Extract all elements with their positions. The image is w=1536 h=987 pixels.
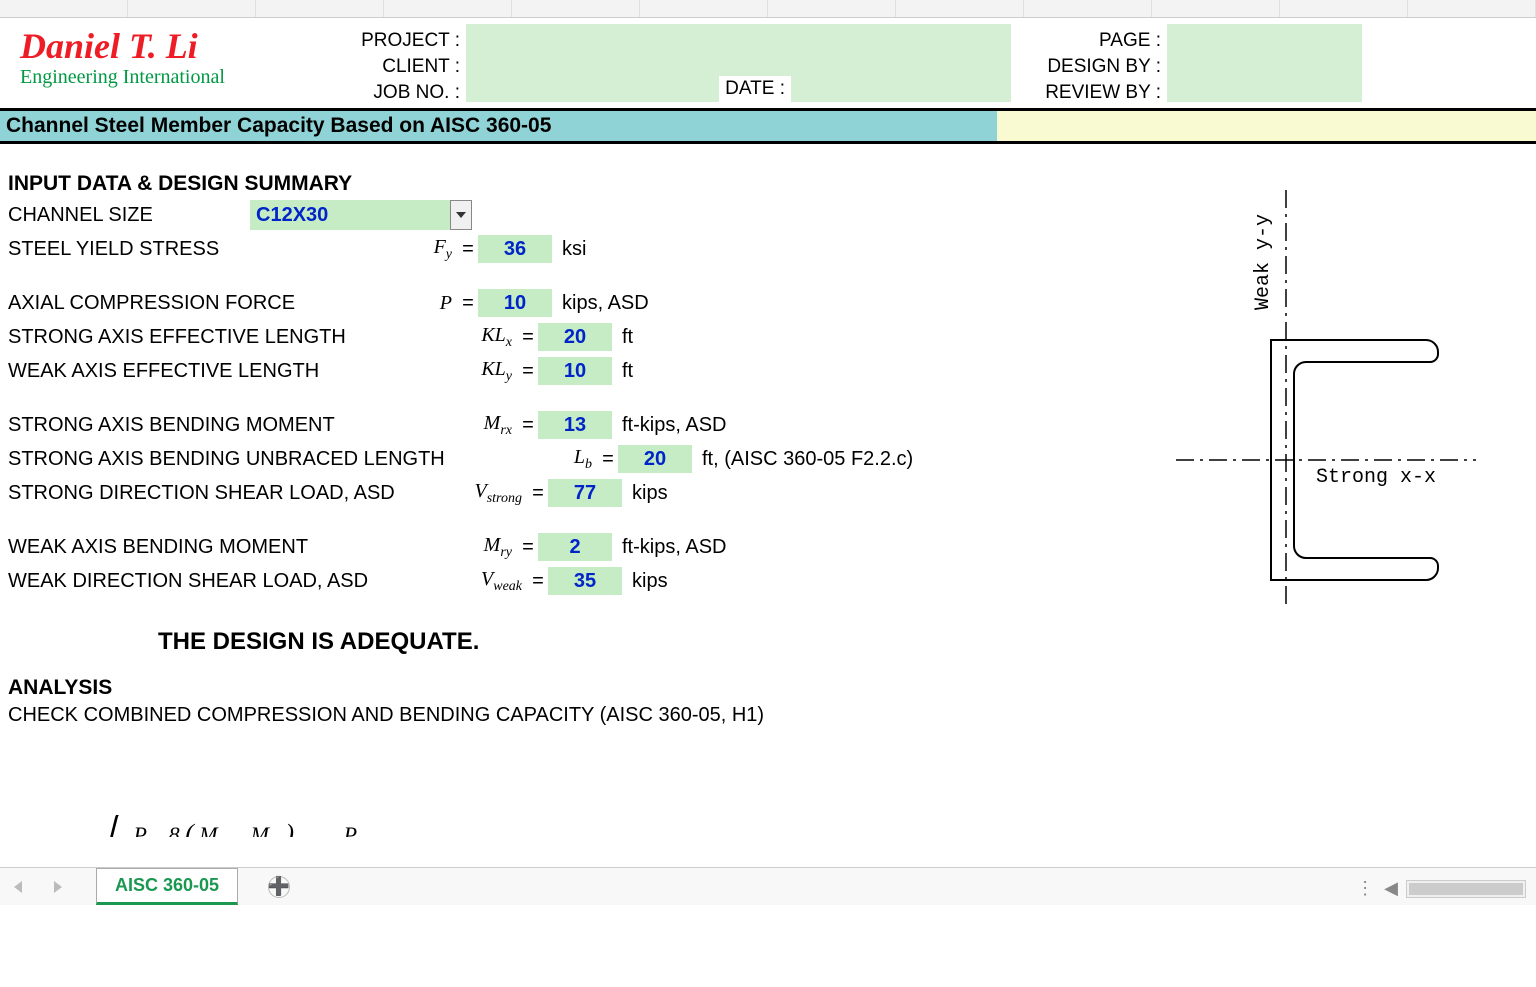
logo-name: Daniel T. Li	[20, 28, 345, 64]
active-tab[interactable]: AISC 360-05	[96, 868, 238, 905]
date-label: DATE :	[719, 76, 791, 102]
vstrong-input[interactable]: 77	[548, 479, 622, 507]
sheet-title: Channel Steel Member Capacity Based on A…	[0, 108, 997, 144]
title-row: Channel Steel Member Capacity Based on A…	[0, 108, 1536, 144]
weak-axis-label: Weak y-y	[1252, 214, 1275, 310]
logo: Daniel T. Li Engineering International	[20, 24, 345, 89]
vweak-input[interactable]: 35	[548, 567, 622, 595]
project-fields[interactable]: DATE :	[466, 24, 1011, 102]
add-sheet-button[interactable]: ➕	[268, 876, 290, 898]
lb-input[interactable]: 20	[618, 445, 692, 473]
column-headers	[0, 0, 1536, 18]
channel-size-dropdown[interactable]: C12X30	[250, 200, 450, 230]
dropdown-button[interactable]	[450, 200, 472, 230]
strong-axis-label: Strong x-x	[1316, 466, 1436, 489]
project-labels: PROJECT : CLIENT : JOB NO. :	[345, 24, 460, 106]
tab-next[interactable]	[48, 878, 66, 896]
meta-fields[interactable]	[1167, 24, 1362, 102]
p-input[interactable]: 10	[478, 289, 552, 317]
result-message: THE DESIGN IS ADEQUATE.	[158, 628, 1536, 656]
title-right-pad	[997, 108, 1536, 144]
mry-input[interactable]: 2	[538, 533, 612, 561]
channel-size-value: C12X30	[256, 204, 328, 227]
section-analysis: ANALYSIS	[8, 676, 1536, 700]
logo-subtitle: Engineering International	[20, 66, 345, 89]
klx-input[interactable]: 20	[538, 323, 612, 351]
meta-labels: PAGE : DESIGN BY : REVIEW BY :	[1011, 24, 1161, 106]
check-line: CHECK COMBINED COMPRESSION AND BENDING C…	[8, 704, 1536, 727]
mrx-input[interactable]: 13	[538, 411, 612, 439]
channel-diagram: Weak y-y Strong x-x	[1176, 190, 1476, 610]
document-header: Daniel T. Li Engineering International P…	[0, 18, 1536, 108]
formula-fragment: ⎧ Pr 8 ( Mrx Mry ) Pr	[100, 815, 362, 837]
kly-input[interactable]: 10	[538, 357, 612, 385]
fy-input[interactable]: 36	[478, 235, 552, 263]
scroll-controls: ⋮ ◀	[1356, 878, 1526, 899]
horizontal-scrollbar[interactable]	[1406, 880, 1526, 898]
sheet-tabs: AISC 360-05 ➕	[0, 867, 1536, 905]
tab-prev[interactable]	[10, 878, 28, 896]
spreadsheet-viewport: Daniel T. Li Engineering International P…	[0, 0, 1536, 987]
chevron-down-icon	[456, 212, 466, 218]
scroll-left-arrow[interactable]: ◀	[1384, 878, 1398, 899]
